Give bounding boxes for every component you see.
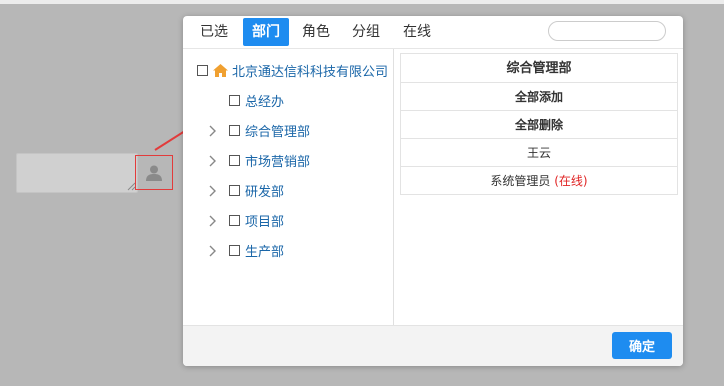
checkbox[interactable] <box>229 244 240 256</box>
checkbox[interactable] <box>229 154 240 166</box>
add-all-button[interactable]: 全部添加 <box>400 83 678 111</box>
tab-role[interactable]: 角色 <box>296 18 336 46</box>
confirm-button[interactable]: 确定 <box>612 332 672 359</box>
tab-bar: 已选 部门 角色 分组 在线 <box>183 16 683 49</box>
dialog-footer: 确定 <box>183 325 683 366</box>
page-top-strip <box>0 0 724 4</box>
tree-item-label: 生产部 <box>245 244 285 260</box>
user-icon <box>146 165 162 181</box>
tree-item[interactable]: 市场营销部 <box>229 149 310 171</box>
tree-item-label: 研发部 <box>245 184 285 200</box>
search-input[interactable] <box>548 21 666 41</box>
chevron-right-icon[interactable] <box>207 185 219 197</box>
tree-item[interactable]: 总经办 <box>229 89 284 111</box>
tab-selected[interactable]: 已选 <box>193 18 235 46</box>
user-name: 系统管理员 <box>490 174 551 188</box>
tree-root-label: 北京通达信科科技有限公司 <box>232 64 389 80</box>
tab-group[interactable]: 分组 <box>346 18 386 46</box>
chevron-right-icon[interactable] <box>207 215 219 227</box>
user-picker-button[interactable] <box>135 155 173 190</box>
user-name: 王云 <box>526 146 551 160</box>
checkbox[interactable] <box>229 214 240 226</box>
chevron-right-icon[interactable] <box>207 125 219 137</box>
tab-online[interactable]: 在线 <box>397 18 437 46</box>
tree-item[interactable]: 项目部 <box>229 209 284 231</box>
home-icon <box>213 63 228 77</box>
department-title: 综合管理部 <box>400 53 678 83</box>
tree-item[interactable]: 研发部 <box>229 179 284 201</box>
user-select-field[interactable] <box>16 153 138 193</box>
tree-item-label: 综合管理部 <box>245 124 311 140</box>
checkbox[interactable] <box>197 64 208 76</box>
chevron-right-icon[interactable] <box>207 155 219 167</box>
checkbox[interactable] <box>229 124 240 136</box>
tree-item[interactable]: 综合管理部 <box>229 119 310 141</box>
online-status: (在线) <box>554 174 588 188</box>
checkbox[interactable] <box>229 94 240 106</box>
remove-all-button[interactable]: 全部删除 <box>400 111 678 139</box>
user-row[interactable]: 系统管理员 (在线) <box>400 167 678 195</box>
checkbox[interactable] <box>229 184 240 196</box>
selection-dialog: 已选 部门 角色 分组 在线 北京通达信科科技有限公司 总经办 综合管理部 市场… <box>183 16 683 366</box>
user-row[interactable]: 王云 <box>400 139 678 167</box>
chevron-right-icon[interactable] <box>207 245 219 257</box>
tab-department[interactable]: 部门 <box>243 18 289 46</box>
tree-item-label: 市场营销部 <box>245 154 311 170</box>
tree-item-label: 项目部 <box>245 214 285 230</box>
tree-root-row[interactable]: 北京通达信科科技有限公司 <box>197 59 388 81</box>
tree-item[interactable]: 生产部 <box>229 239 284 261</box>
department-tree: 北京通达信科科技有限公司 总经办 综合管理部 市场营销部 研发部 项目部 生产部 <box>183 49 394 325</box>
tree-item-label: 总经办 <box>245 94 285 110</box>
